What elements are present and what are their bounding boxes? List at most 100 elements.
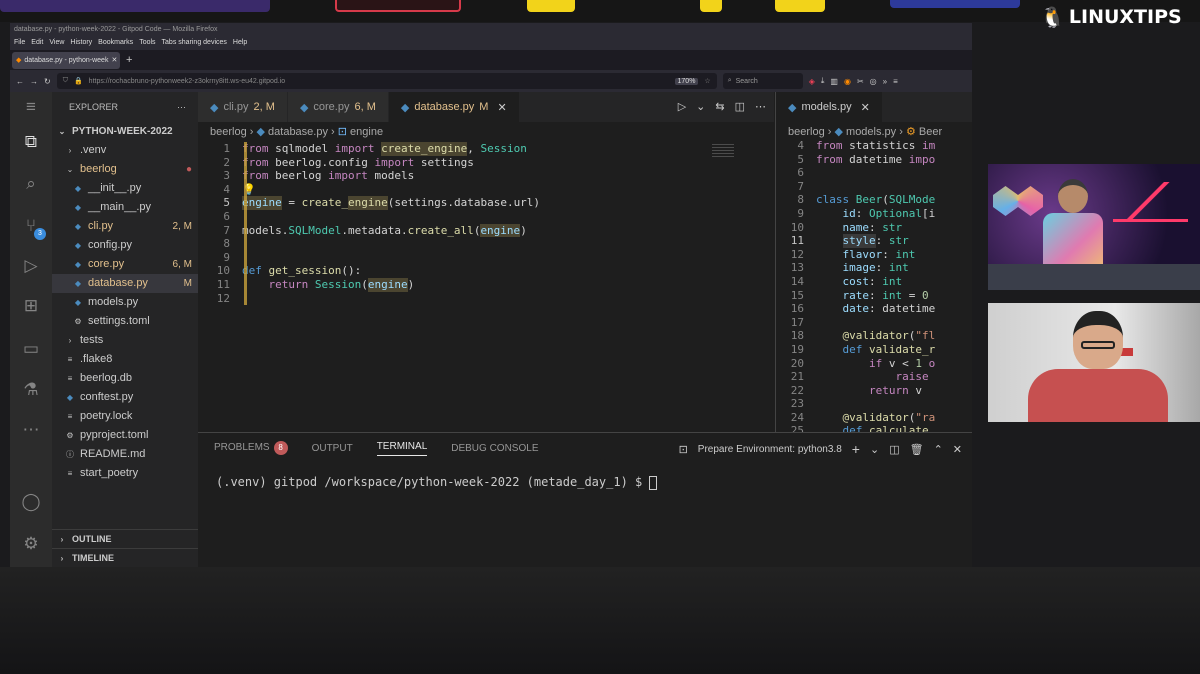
account-icon[interactable]: ◎ xyxy=(870,77,877,86)
breadcrumb-folder[interactable]: beerlog xyxy=(788,126,825,138)
project-root[interactable]: ⌄ PYTHON-WEEK-2022 xyxy=(52,122,198,141)
tree-item[interactable]: ◆ __main__.py xyxy=(52,198,198,217)
tab-database[interactable]: ◆ database.py M ✕ xyxy=(388,92,520,122)
tree-item[interactable]: ⚙ settings.toml xyxy=(52,312,198,331)
overflow-icon[interactable]: » xyxy=(883,77,887,86)
accounts-icon[interactable]: ◯ xyxy=(19,490,43,514)
breadcrumb-file[interactable]: models.py xyxy=(846,126,896,138)
tab-core[interactable]: ◆ core.py 6, M xyxy=(287,92,389,122)
tree-item[interactable]: ≡ poetry.lock xyxy=(52,407,198,426)
menu-icon[interactable]: ≡ xyxy=(19,95,43,119)
tree-item[interactable]: › tests xyxy=(52,331,198,350)
menu-view[interactable]: View xyxy=(49,36,64,50)
new-terminal-icon[interactable]: + xyxy=(852,441,860,457)
outline-section[interactable]: › OUTLINE xyxy=(52,529,198,548)
library-icon[interactable]: ▥ xyxy=(830,77,838,86)
more-actions-icon[interactable]: ⋯ xyxy=(755,100,766,113)
tree-item[interactable]: ◆ cli.py 2, M xyxy=(52,217,198,236)
downloads-icon[interactable]: ⤓ xyxy=(821,76,825,86)
back-icon[interactable]: ← xyxy=(16,77,24,86)
breadcrumb-symbol[interactable]: engine xyxy=(350,126,383,138)
code-area[interactable]: 1 from sqlmodel import create_engine, Ses… xyxy=(198,142,774,305)
compare-icon[interactable]: ⇆ xyxy=(715,100,724,113)
tree-item[interactable]: › .venv xyxy=(52,141,198,160)
run-debug-icon[interactable]: ▷ xyxy=(19,254,43,278)
webcam-studio xyxy=(988,164,1200,290)
tree-item[interactable]: ◆ database.py M xyxy=(52,274,198,293)
tree-item[interactable]: ◆ __init__.py xyxy=(52,179,198,198)
more-icon[interactable]: ⋯ xyxy=(19,418,43,442)
tree-item[interactable]: ⌄ beerlog ● xyxy=(52,160,198,179)
hamburger-menu-icon[interactable]: ≡ xyxy=(893,77,898,86)
bookmark-star-icon[interactable]: ☆ xyxy=(704,77,710,85)
tab-cli[interactable]: ◆ cli.py 2, M xyxy=(198,92,288,122)
search-box[interactable]: ⌕ Search xyxy=(722,73,803,89)
tree-item[interactable]: ≡ .flake8 xyxy=(52,350,198,369)
code-line: 7 models. SQLModel .metadata. create_all(eng… xyxy=(223,223,527,238)
tree-item[interactable]: ◆ conftest.py xyxy=(52,388,198,407)
tree-item[interactable]: ◆ config.py xyxy=(52,236,198,255)
tab-debug-console[interactable]: DEBUG CONSOLE xyxy=(451,443,538,454)
trash-icon[interactable]: 🗑 xyxy=(910,443,924,456)
code-line: 8 xyxy=(223,237,230,251)
testing-icon[interactable]: ⚗ xyxy=(19,378,43,402)
source-control-icon[interactable]: ⑂ 3 xyxy=(19,214,46,240)
screenshot-icon[interactable]: ✂ xyxy=(857,77,864,86)
extension-icon[interactable]: ◉ xyxy=(844,77,851,86)
pocket-icon[interactable]: ◈ xyxy=(809,77,815,86)
extensions-icon[interactable]: ⊞ xyxy=(19,294,43,318)
breadcrumb-symbol[interactable]: Beer xyxy=(919,126,942,138)
close-icon[interactable]: ✕ xyxy=(497,101,506,114)
menu-help[interactable]: Help xyxy=(233,36,247,50)
close-tab-icon[interactable]: ✕ xyxy=(111,56,117,64)
python-file-icon: ◆ xyxy=(74,222,82,231)
split-terminal-icon[interactable]: ◫ xyxy=(889,443,899,456)
browser-tab[interactable]: ◆ database.py - python-week ✕ xyxy=(12,51,120,69)
tree-item[interactable]: ≡ start_poetry xyxy=(52,464,198,483)
breadcrumb-file[interactable]: database.py xyxy=(268,126,328,138)
menu-edit[interactable]: Edit xyxy=(31,36,43,50)
split-editor-icon[interactable]: ◫ xyxy=(735,100,745,113)
python-file-icon: ◆ xyxy=(788,101,797,114)
menu-history[interactable]: History xyxy=(70,36,92,50)
terminal-selector[interactable]: Prepare Environment: python3.8 xyxy=(698,444,842,455)
run-icon[interactable]: ▷ xyxy=(678,100,686,113)
tree-item[interactable]: ⓘ README.md xyxy=(52,445,198,464)
tree-item[interactable]: ◆ core.py 6, M xyxy=(52,255,198,274)
url-bar[interactable]: ⛉ 🔒 https://rochacbruno-pythonweek2-z3ok… xyxy=(56,73,717,89)
tab-models[interactable]: ◆ models.py ✕ xyxy=(776,92,883,122)
terminal[interactable]: (.venv) gitpod /workspace/python-week-20… xyxy=(198,463,972,490)
close-panel-icon[interactable]: ✕ xyxy=(953,443,962,456)
tree-item[interactable]: ◆ models.py xyxy=(52,293,198,312)
tree-item-label: tests xyxy=(80,334,104,346)
menu-tools[interactable]: Tools xyxy=(139,36,155,50)
tree-item[interactable]: ≡ beerlog.db xyxy=(52,369,198,388)
tab-label: models.py xyxy=(801,101,852,113)
search-icon[interactable]: ⌕ xyxy=(19,172,43,196)
forward-icon[interactable]: → xyxy=(30,77,38,86)
side-code-area[interactable]: 4 from statistics im 5 from datetime impo … xyxy=(776,139,972,432)
reload-icon[interactable]: ↻ xyxy=(44,77,51,86)
explorer-icon[interactable]: ⧉ xyxy=(19,130,43,154)
close-icon[interactable]: ✕ xyxy=(861,101,870,114)
code-line: 22 return v xyxy=(790,383,922,397)
more-actions-icon[interactable]: ⋯ xyxy=(177,92,186,122)
tab-terminal[interactable]: TERMINAL xyxy=(376,441,428,456)
timeline-section[interactable]: › TIMELINE xyxy=(52,548,198,567)
chevron-down-icon[interactable]: ⌄ xyxy=(696,100,705,113)
menu-bookmarks[interactable]: Bookmarks xyxy=(98,36,133,50)
tree-item[interactable]: ⚙ pyproject.toml xyxy=(52,426,198,445)
new-tab-icon[interactable]: + xyxy=(126,54,132,66)
settings-gear-icon[interactable]: ⚙ xyxy=(19,532,43,556)
browser-window: database.py - python-week-2022 - Gitpod … xyxy=(10,23,972,567)
tab-output[interactable]: OUTPUT xyxy=(312,443,353,454)
menu-tabs-sharing[interactable]: Tabs sharing devices xyxy=(162,36,227,50)
chevron-up-icon[interactable]: ⌃ xyxy=(934,443,943,456)
chevron-right-icon: › xyxy=(827,126,835,138)
remote-explorer-icon[interactable]: ▭ xyxy=(19,337,43,361)
menu-file[interactable]: File xyxy=(14,36,25,50)
chevron-down-icon[interactable]: ⌄ xyxy=(870,443,879,456)
breadcrumb-folder[interactable]: beerlog xyxy=(210,126,247,138)
zoom-level[interactable]: 170% xyxy=(674,77,699,85)
tab-problems[interactable]: PROBLEMS 8 xyxy=(214,441,288,455)
